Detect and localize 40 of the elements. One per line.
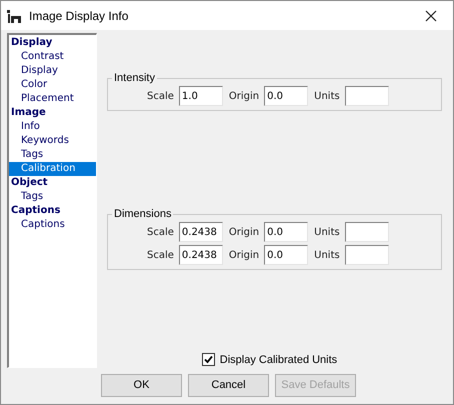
checkbox[interactable] [202, 353, 215, 366]
text-field[interactable]: 0.0 [264, 222, 308, 242]
field-label: Scale [147, 248, 174, 262]
tree-item[interactable]: Info [9, 120, 96, 134]
text-field[interactable]: 1.0 [178, 86, 223, 106]
tree-item[interactable]: Tags [9, 148, 96, 162]
tree-item[interactable]: Display [9, 64, 96, 78]
text-field[interactable]: 0.2438 [178, 245, 223, 265]
tree-item[interactable]: Color [9, 78, 96, 92]
checkbox-label: Display Calibrated Units [220, 352, 338, 368]
group-title: Intensity [112, 71, 157, 85]
tree-group[interactable]: Display [9, 36, 96, 50]
tree-item[interactable]: Tags [9, 190, 96, 204]
tree-item[interactable]: Captions [9, 218, 96, 232]
close-icon[interactable] [425, 10, 437, 22]
tree-item[interactable]: Placement [9, 92, 96, 106]
dialog-button[interactable]: OK [101, 374, 182, 397]
field-label: Scale [147, 90, 174, 104]
field-label: Units [314, 248, 340, 262]
text-field[interactable] [344, 222, 389, 242]
window-title: Image Display Info [29, 8, 128, 24]
text-field[interactable]: 0.2438 [178, 222, 223, 242]
text-field[interactable] [344, 86, 389, 106]
tree-item[interactable]: Calibration [9, 162, 96, 176]
field-label: Origin [228, 248, 260, 262]
field-label: Origin [228, 226, 260, 240]
field-label: Units [314, 90, 340, 104]
field-label: Units [314, 226, 340, 240]
tree-group[interactable]: Object [9, 176, 96, 190]
field-label: Scale [147, 226, 174, 240]
tree-group[interactable]: Captions [9, 204, 96, 218]
text-field[interactable] [344, 245, 389, 265]
app-icon [6, 8, 22, 24]
field-label: Origin [228, 90, 260, 104]
tree-group[interactable]: Image [9, 106, 96, 120]
text-field[interactable]: 0.0 [264, 245, 308, 265]
text-field[interactable]: 0.0 [264, 86, 308, 106]
tree-item[interactable]: Contrast [9, 50, 96, 64]
tree-item[interactable]: Keywords [9, 134, 96, 148]
dialog-button[interactable]: Cancel [188, 374, 269, 397]
